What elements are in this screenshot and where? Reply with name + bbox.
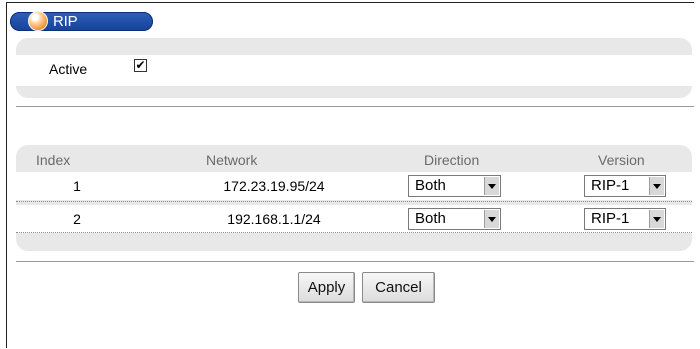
chevron-down-icon[interactable] bbox=[484, 177, 499, 195]
cancel-button[interactable]: Cancel bbox=[362, 272, 435, 303]
active-row bbox=[16, 55, 692, 86]
table-header-network: Network bbox=[206, 152, 258, 168]
row-separator bbox=[16, 232, 692, 233]
page-title: RIP bbox=[53, 13, 78, 30]
version-select[interactable]: RIP-1 bbox=[584, 175, 666, 197]
rip-title-pill: RIP bbox=[10, 11, 153, 31]
table-header-version: Version bbox=[598, 152, 645, 168]
direction-value: Both bbox=[415, 210, 446, 227]
table-header-direction: Direction bbox=[424, 152, 480, 168]
chevron-down-icon[interactable] bbox=[649, 177, 664, 195]
checkbox-icon: ✔ bbox=[135, 58, 146, 72]
row-network: 192.168.1.1/24 bbox=[227, 211, 321, 227]
section-divider bbox=[16, 261, 694, 262]
chevron-down-icon[interactable] bbox=[484, 210, 499, 228]
row-network: 172.23.19.95/24 bbox=[223, 178, 325, 194]
apply-button[interactable]: Apply bbox=[298, 272, 355, 303]
section-divider bbox=[16, 106, 694, 107]
table-row: 1 172.23.19.95/24 Both RIP-1 bbox=[16, 172, 692, 200]
version-value: RIP-1 bbox=[591, 210, 630, 227]
active-label: Active bbox=[49, 61, 88, 77]
direction-select[interactable]: Both bbox=[408, 208, 501, 230]
direction-select[interactable]: Both bbox=[408, 175, 501, 197]
active-checkbox[interactable]: ✔ bbox=[134, 59, 147, 72]
row-index: 2 bbox=[73, 211, 81, 227]
active-settings-panel: Active ✔ bbox=[16, 38, 692, 98]
table-row: 2 192.168.1.1/24 Both RIP-1 bbox=[16, 205, 692, 233]
direction-value: Both bbox=[415, 177, 446, 194]
row-separator bbox=[16, 201, 692, 202]
version-select[interactable]: RIP-1 bbox=[584, 208, 666, 230]
table-header-index: Index bbox=[36, 152, 71, 168]
version-value: RIP-1 bbox=[591, 177, 630, 194]
row-index: 1 bbox=[73, 178, 81, 194]
orange-dot-icon bbox=[28, 11, 48, 31]
chevron-down-icon[interactable] bbox=[649, 210, 664, 228]
